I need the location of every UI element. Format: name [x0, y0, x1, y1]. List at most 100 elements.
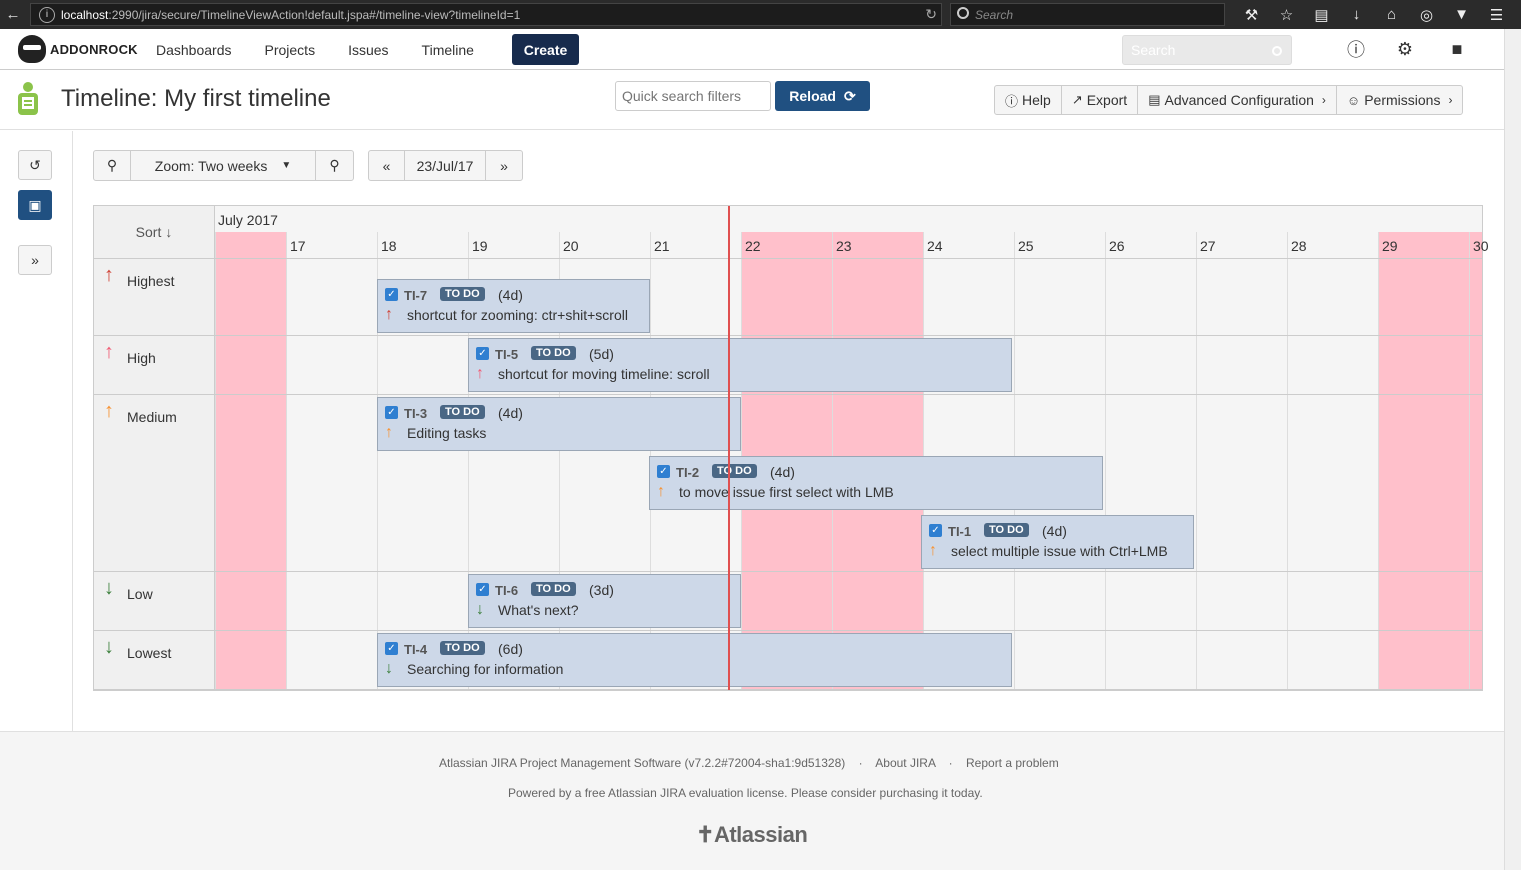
status-badge: TO DO — [531, 346, 576, 360]
priority-arrow-icon: ↑ — [385, 424, 393, 441]
header-search-input[interactable]: Search — [1122, 35, 1292, 65]
issue-key[interactable]: TI-5 — [495, 347, 518, 362]
day-label: 17 — [290, 238, 306, 254]
window-scrollbar[interactable] — [1504, 29, 1521, 870]
atlassian-logo[interactable]: ✝Atlassian — [696, 822, 808, 848]
wrench-icon[interactable]: ⚒ — [1234, 0, 1269, 29]
globe-icon[interactable]: ◎ — [1409, 0, 1444, 29]
create-button[interactable]: Create — [512, 34, 579, 65]
download-icon[interactable]: ↓ — [1339, 0, 1374, 29]
zoom-controls: ⚲ Zoom: Two weeks ▼ ⚲ — [93, 150, 354, 181]
issue-key[interactable]: TI-4 — [404, 642, 427, 657]
day-column — [286, 232, 377, 690]
task-type-icon: ✓ — [476, 583, 489, 596]
status-badge: TO DO — [984, 523, 1029, 537]
info-icon[interactable]: i — [39, 6, 55, 23]
zoom-out-button[interactable]: ⚲ — [94, 151, 131, 180]
lane-divider — [94, 689, 1482, 690]
zoom-in-button[interactable]: ⚲ — [316, 151, 353, 180]
browser-search-box[interactable]: Search — [950, 3, 1225, 26]
save-button[interactable]: ▣ — [18, 190, 52, 220]
month-label: July 2017 — [218, 212, 278, 228]
back-arrow-icon[interactable]: ← — [0, 0, 26, 29]
next-period-button[interactable]: » — [486, 151, 522, 180]
priority-arrow-icon: ↓ — [104, 577, 114, 599]
gear-icon[interactable]: ⚙ — [1395, 39, 1415, 59]
issue-card[interactable]: ✓ TI-7 TO DO (4d) ↑ shortcut for zooming: ctr… — [377, 279, 650, 333]
nav-issues[interactable]: Issues — [348, 42, 388, 58]
previous-period-button[interactable]: « — [369, 151, 405, 180]
config-icon: ▤ — [1148, 92, 1161, 107]
page-header: Timeline: My first timeline Reload ⟳ ⓘ H… — [0, 71, 1504, 130]
url-host: localhost — [61, 7, 109, 22]
search-icon — [957, 7, 969, 19]
issue-key[interactable]: TI-6 — [495, 583, 518, 598]
export-button[interactable]: ↗ Export — [1062, 86, 1139, 114]
current-date-button[interactable]: 23/Jul/17 — [405, 151, 486, 180]
issue-summary: Searching for information — [407, 661, 564, 677]
issue-summary: select multiple issue with Ctrl+LMB — [951, 543, 1168, 559]
zoom-select[interactable]: Zoom: Two weeks ▼ — [131, 151, 316, 180]
software-version-link[interactable]: Atlassian JIRA Project Management Softwa… — [439, 756, 845, 770]
today-marker-line — [728, 206, 730, 690]
issue-summary: shortcut for moving timeline: scroll — [498, 366, 710, 382]
sort-button[interactable]: Sort ↓ — [94, 206, 215, 259]
issue-card[interactable]: ✓ TI-5 TO DO (5d) ↑ shortcut for moving timel… — [468, 338, 1012, 392]
timeline-grid[interactable]: Sort ↓ July 2017 17 18 19 20 21 22 23 24 25 26 27 2… — [93, 205, 1489, 691]
quick-search-filters-input[interactable] — [615, 81, 771, 111]
bookmark-star-icon[interactable]: ☆ — [1269, 0, 1304, 29]
priority-lane-label: ↓ Lowest — [94, 631, 215, 690]
issue-key[interactable]: TI-7 — [404, 288, 427, 303]
arrow-down-icon: ↓ — [165, 224, 173, 240]
reload-icon[interactable]: ↻ — [925, 6, 937, 23]
undo-button[interactable]: ↺ — [18, 150, 52, 180]
priority-label: Low — [127, 586, 153, 602]
about-jira-link[interactable]: About JIRA — [875, 756, 935, 770]
issue-duration: (3d) — [589, 582, 614, 598]
issue-duration: (5d) — [589, 346, 614, 362]
separator: · — [948, 756, 953, 770]
issue-key[interactable]: TI-1 — [948, 524, 971, 539]
issue-card[interactable]: ✓ TI-4 TO DO (6d) ↓ Searching for information — [377, 633, 1012, 687]
day-label: 22 — [745, 238, 761, 254]
pocket-icon[interactable]: ▼ — [1444, 0, 1479, 29]
issue-card[interactable]: ✓ TI-2 TO DO (4d) ↑ to move issue first selec… — [649, 456, 1103, 510]
address-bar[interactable]: i localhost :2990/jira/secure/TimelineVi… — [30, 3, 942, 26]
browser-icon-bar: ⚒ ☆ ▤ ↓ ⌂ ◎ ▼ ☰ — [1234, 0, 1514, 29]
reload-button[interactable]: Reload ⟳ — [775, 81, 870, 111]
hamburger-menu-icon[interactable]: ☰ — [1479, 0, 1514, 29]
issue-key[interactable]: TI-2 — [676, 465, 699, 480]
issue-card[interactable]: ✓ TI-3 TO DO (4d) ↑ Editing tasks — [377, 397, 741, 451]
help-icon[interactable]: ⓘ — [1346, 39, 1366, 60]
advanced-configuration-button[interactable]: ▤ Advanced Configuration › — [1138, 86, 1337, 114]
priority-lane-label: ↑ Highest — [94, 259, 215, 336]
reload-label: Reload — [789, 88, 836, 104]
expand-sidebar-button[interactable]: » — [18, 245, 52, 275]
lane-divider — [94, 335, 1482, 336]
separator: · — [858, 756, 863, 770]
sort-label: Sort — [135, 224, 162, 240]
task-type-icon: ✓ — [476, 347, 489, 360]
permissions-label: Permissions — [1364, 92, 1441, 108]
nav-timeline[interactable]: Timeline — [422, 42, 474, 58]
nav-projects[interactable]: Projects — [265, 42, 316, 58]
day-column — [215, 232, 286, 690]
issue-card[interactable]: ✓ TI-6 TO DO (3d) ↓ What's next? — [468, 574, 741, 628]
lane-divider — [94, 571, 1482, 572]
reading-list-icon[interactable]: ▤ — [1304, 0, 1339, 29]
day-label: 28 — [1291, 238, 1307, 254]
user-avatar-icon[interactable]: ■ — [1447, 39, 1467, 59]
lane-divider — [94, 394, 1482, 395]
issue-key[interactable]: TI-3 — [404, 406, 427, 421]
addonrock-logo[interactable]: ADDONROCK — [18, 35, 138, 63]
main-nav: Dashboards Projects Issues Timeline — [156, 29, 507, 70]
permissions-button[interactable]: ☺ Permissions › — [1337, 86, 1463, 114]
priority-arrow-icon: ↑ — [104, 400, 114, 422]
report-problem-link[interactable]: Report a problem — [966, 756, 1059, 770]
home-icon[interactable]: ⌂ — [1374, 0, 1409, 29]
task-type-icon: ✓ — [385, 642, 398, 655]
issue-card[interactable]: ✓ TI-1 TO DO (4d) ↑ select multiple issue wit… — [921, 515, 1194, 569]
priority-arrow-icon: ↑ — [385, 306, 393, 323]
nav-dashboards[interactable]: Dashboards — [156, 42, 232, 58]
help-button[interactable]: ⓘ Help — [995, 86, 1062, 114]
